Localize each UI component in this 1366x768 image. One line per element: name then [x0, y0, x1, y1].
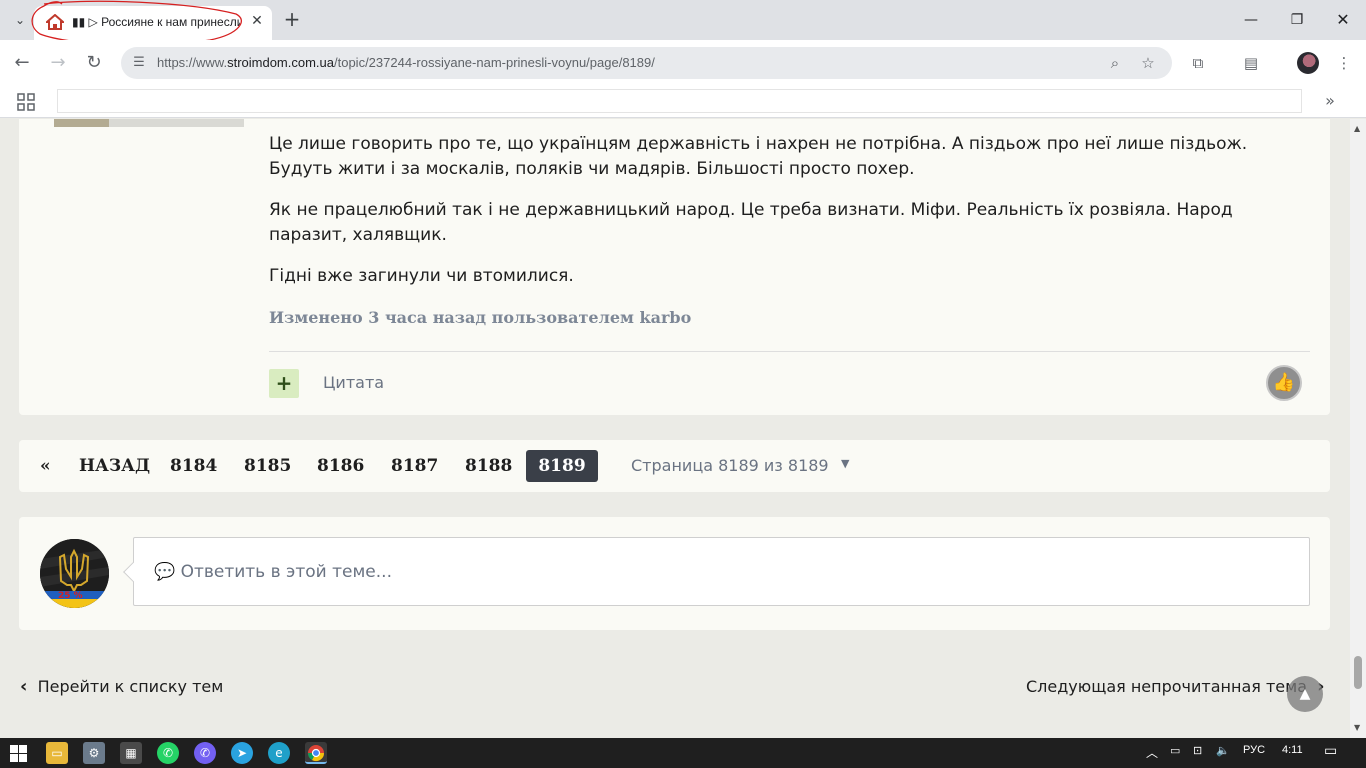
telegram-icon[interactable]: ➤: [231, 742, 253, 764]
reply-input[interactable]: 💬 Ответить в этой теме...: [123, 537, 1310, 606]
scrollbar-thumb[interactable]: [1354, 656, 1362, 689]
tab-search-chevron-icon[interactable]: ⌄: [10, 10, 30, 30]
windows-taskbar: ▭ ⚙ ▦ ✆ ✆ ➤ e ︿ ▭ ⊡ 🔈 РУС 4:11 ▭: [0, 738, 1366, 768]
avatar-badge: 25 %: [58, 591, 83, 601]
tab-close-icon[interactable]: ✕: [248, 12, 266, 30]
file-explorer-icon[interactable]: ▭: [46, 742, 68, 764]
edited-note: Изменено 3 часа назад пользователем karb…: [269, 308, 692, 327]
browser-toolbar: ← → ↻ ☰ https://www.stroimdom.com.ua/top…: [0, 40, 1366, 86]
reply-section: 25 % 💬 Ответить в этой теме...: [19, 517, 1330, 630]
scroll-to-top-icon[interactable]: ▲: [1287, 676, 1323, 712]
restore-window-icon[interactable]: ❐: [1282, 6, 1312, 34]
settings-app-icon[interactable]: ⚙: [83, 742, 105, 764]
page-jump-dropdown[interactable]: Страница 8189 из 8189: [631, 456, 829, 475]
house-favicon-icon: [46, 14, 64, 30]
page-viewport: Це лише говорить про те, що українцям де…: [0, 119, 1350, 738]
bookmarks-area: [57, 89, 1302, 113]
profile-avatar[interactable]: [1297, 52, 1319, 74]
forward-arrow-icon[interactable]: →: [45, 50, 71, 76]
back-arrow-icon[interactable]: ←: [9, 50, 35, 76]
battery-icon[interactable]: ▭: [1170, 744, 1180, 757]
volume-icon[interactable]: 🔈: [1216, 744, 1230, 757]
address-bar[interactable]: ☰ https://www.stroimdom.com.ua/topic/237…: [121, 47, 1172, 79]
page-link[interactable]: 8188: [465, 453, 512, 485]
site-info-icon[interactable]: ☰: [129, 53, 149, 73]
author-panel-strip: [54, 119, 244, 127]
scroll-down-arrow-icon[interactable]: ▼: [1354, 724, 1362, 732]
quote-button[interactable]: Цитата: [323, 373, 384, 392]
clock[interactable]: 4:11: [1282, 744, 1303, 756]
calculator-icon[interactable]: ▦: [120, 742, 142, 764]
prev-page-link[interactable]: НАЗАД: [79, 453, 150, 485]
pagination-bar: « НАЗАД 8184 8185 8186 8187 8188 8189 Ст…: [19, 440, 1330, 492]
post-divider: [269, 351, 1310, 352]
side-panel-icon[interactable]: ▤: [1240, 52, 1262, 74]
user-avatar[interactable]: 25 %: [40, 539, 109, 608]
chrome-taskbar-icon[interactable]: [305, 742, 327, 764]
notifications-icon[interactable]: ▭: [1324, 742, 1337, 759]
like-thumbs-up-icon[interactable]: 👍: [1266, 365, 1302, 401]
browser-tab-bar: ⌄ ▮▮ ▷ Россияне к нам принесли ✕ + — ❐ ✕: [0, 0, 1366, 46]
language-indicator[interactable]: РУС: [1243, 744, 1265, 756]
browser-tab-active[interactable]: ▮▮ ▷ Россияне к нам принесли ✕: [34, 6, 272, 40]
reply-pointer: [123, 562, 143, 582]
page-link[interactable]: 8186: [317, 453, 364, 485]
page-link[interactable]: 8187: [391, 453, 438, 485]
reload-icon[interactable]: ↻: [81, 50, 107, 76]
page-link[interactable]: 8185: [244, 453, 291, 485]
plus-button[interactable]: +: [269, 369, 299, 398]
post-paragraph-2: Як не працелюбний так і не державницький…: [269, 200, 1233, 245]
extensions-puzzle-icon[interactable]: ⧉: [1187, 52, 1209, 74]
scroll-up-arrow-icon[interactable]: ▲: [1354, 125, 1362, 133]
tray-chevron-icon[interactable]: ︿: [1146, 744, 1158, 761]
forum-post: Це лише говорить про те, що українцям де…: [19, 119, 1330, 415]
edge-icon[interactable]: e: [268, 742, 290, 764]
bookmarks-bar: »: [0, 86, 1366, 118]
page-scrollbar[interactable]: ▲ ▼: [1350, 119, 1366, 738]
zoom-icon[interactable]: ⌕: [1105, 53, 1125, 73]
url-text[interactable]: https://www.stroimdom.com.ua/topic/23724…: [157, 55, 655, 70]
new-tab-button[interactable]: +: [280, 8, 304, 32]
post-paragraph-1: Це лише говорить про те, що українцям де…: [269, 134, 1248, 179]
caret-down-icon[interactable]: ▼: [841, 457, 853, 471]
next-unread-topic-link[interactable]: Следующая непрочитанная тема ›: [1026, 676, 1325, 697]
viber-icon[interactable]: ✆: [194, 742, 216, 764]
bookmark-star-icon[interactable]: ☆: [1138, 53, 1158, 73]
apps-grid-icon[interactable]: [17, 93, 35, 111]
page-link[interactable]: 8184: [170, 453, 217, 485]
first-page-link[interactable]: «: [40, 453, 51, 485]
post-paragraph-3: Гідні вже загинули чи втомилися.: [269, 266, 574, 286]
bookmarks-overflow-icon[interactable]: »: [1320, 90, 1340, 112]
whatsapp-icon[interactable]: ✆: [157, 742, 179, 764]
chrome-menu-icon[interactable]: ⋮: [1333, 52, 1355, 74]
reply-placeholder: 💬 Ответить в этой теме...: [154, 562, 392, 582]
current-page[interactable]: 8189: [526, 450, 598, 482]
tab-title: ▮▮ ▷ Россияне к нам принесли: [72, 15, 240, 29]
close-window-icon[interactable]: ✕: [1328, 6, 1358, 34]
minimize-icon[interactable]: —: [1236, 6, 1266, 34]
author-panel-accent: [54, 119, 109, 127]
chevron-left-icon: ‹: [20, 676, 28, 697]
windows-start-icon[interactable]: [10, 745, 27, 762]
back-to-topics-link[interactable]: ‹ Перейти к списку тем: [20, 676, 223, 697]
network-icon[interactable]: ⊡: [1193, 744, 1202, 757]
